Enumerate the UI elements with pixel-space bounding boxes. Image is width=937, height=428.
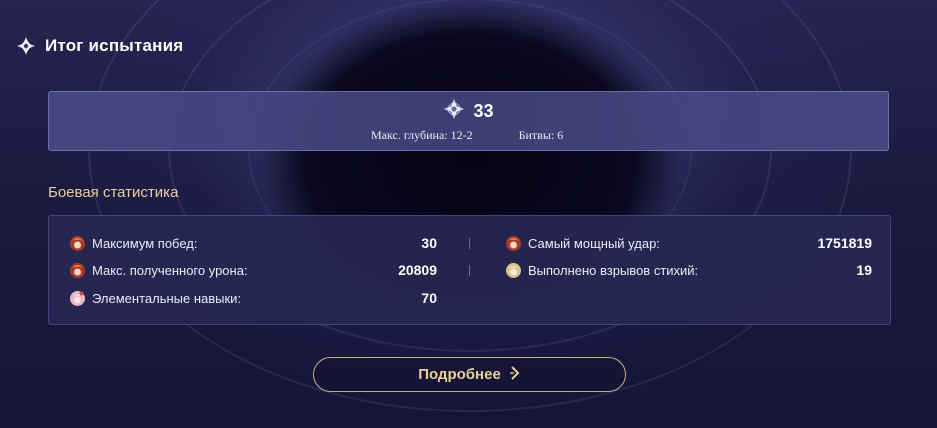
stat-label: Выполнено взрывов стихий: (528, 262, 699, 278)
column-divider (469, 238, 470, 249)
character-avatar-icon (69, 290, 86, 307)
character-avatar-icon (69, 235, 86, 252)
stat-value: 30 (421, 235, 437, 251)
section-title: Боевая статистика (48, 184, 179, 201)
battles-label: Битвы: 6 (518, 128, 564, 142)
challenge-summary-card: Итог испытания 33 Макс. глубина: 12-2 Би… (0, 0, 937, 428)
chevron-right-icon (509, 365, 521, 384)
star-count: 33 (473, 100, 494, 121)
character-avatar-icon (505, 235, 522, 252)
stat-row: Выполнено взрывов стихий: 19 (505, 259, 872, 281)
stat-row: Элементальные навыки: 70 (69, 287, 437, 309)
character-avatar-icon (505, 262, 522, 279)
stat-row: Максимум побед: 30 (69, 232, 437, 254)
column-divider (469, 265, 470, 276)
abyss-star-icon (443, 98, 465, 125)
stat-row: Самый мощный удар: 1751819 (505, 232, 872, 254)
stat-row: Макс. полученного урона: 20809 (69, 259, 437, 281)
stat-value: 1751819 (817, 235, 872, 251)
summary-details: Макс. глубина: 12-2 Битвы: 6 (371, 128, 563, 143)
stat-value: 70 (421, 290, 437, 306)
stat-value: 20809 (398, 262, 437, 278)
stat-label: Элементальные навыки: (92, 290, 242, 306)
character-avatar-icon (69, 262, 86, 279)
page-title: Итог испытания (45, 36, 184, 55)
stat-label: Максимум побед: (92, 235, 198, 251)
max-depth-label: Макс. глубина: 12-2 (371, 128, 473, 142)
abyss-star-icon (16, 36, 36, 56)
stat-label: Самый мощный удар: (528, 235, 660, 251)
stat-label: Макс. полученного урона: (92, 262, 248, 278)
details-button-label: Подробнее (418, 366, 501, 383)
battle-stats-panel: Максимум побед: 30 Макс. полученного уро… (48, 215, 891, 325)
details-button[interactable]: Подробнее (313, 357, 626, 392)
card-header: Итог испытания (16, 33, 183, 59)
stat-value: 19 (856, 262, 872, 278)
star-score: 33 (49, 98, 888, 124)
summary-panel: 33 Макс. глубина: 12-2 Битвы: 6 (48, 91, 889, 151)
